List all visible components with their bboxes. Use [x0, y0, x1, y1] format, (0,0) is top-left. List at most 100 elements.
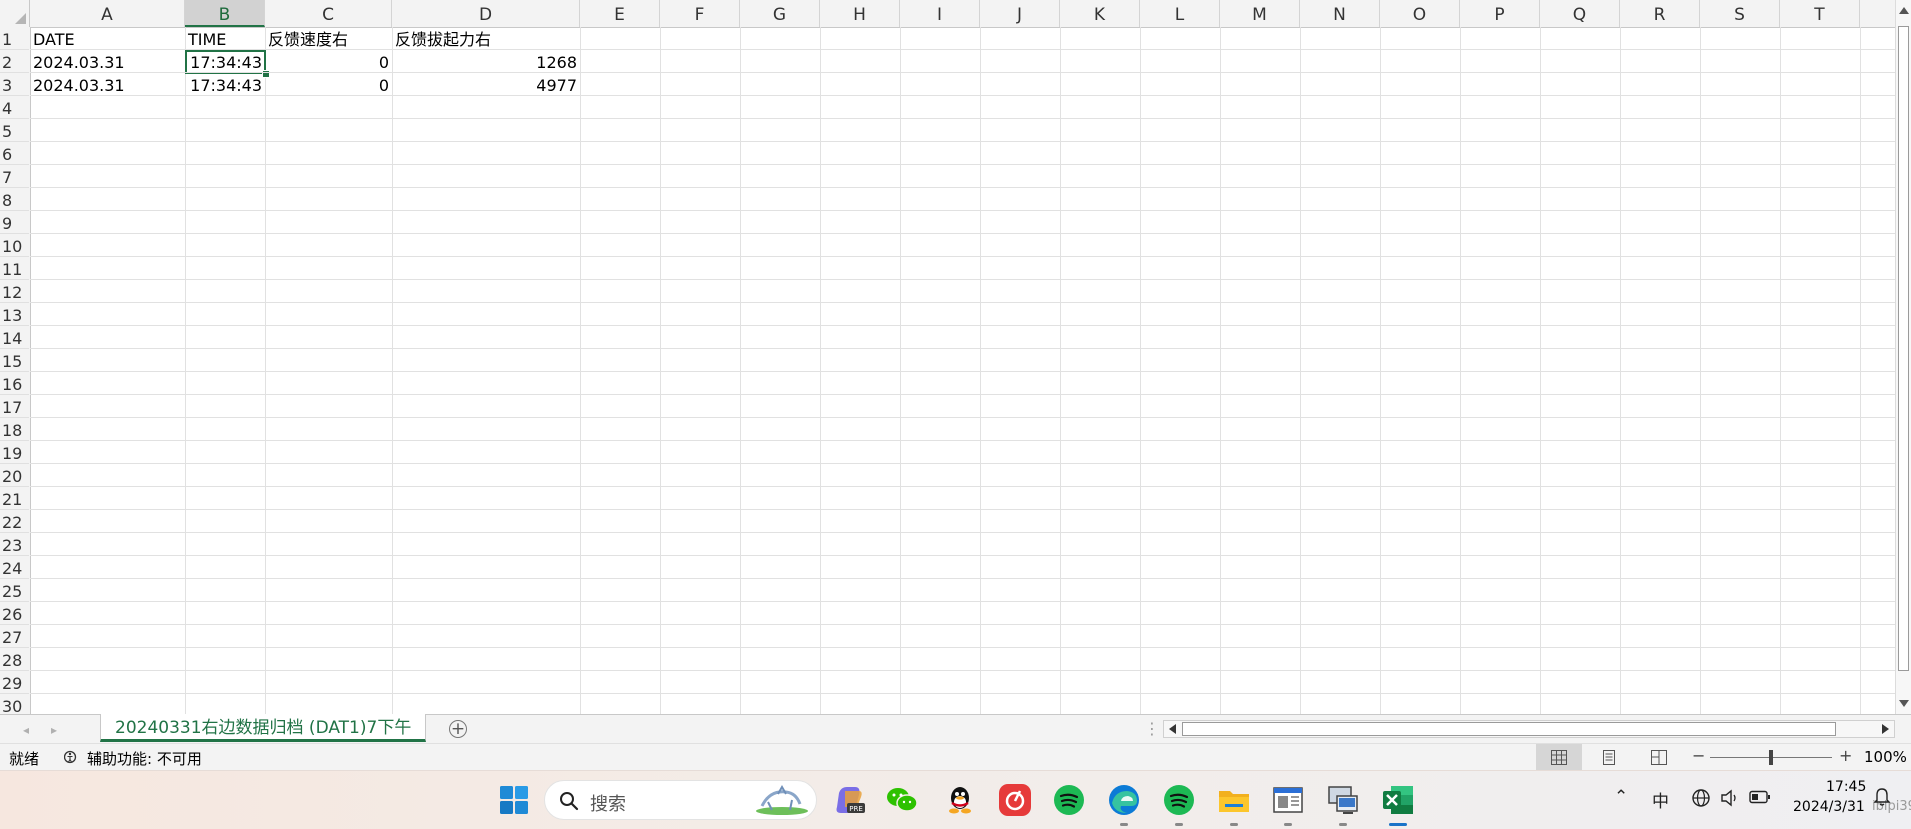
copilot-icon[interactable]: PRE: [833, 783, 867, 817]
wechat-icon[interactable]: [885, 783, 919, 817]
column-header-s[interactable]: S: [1700, 0, 1780, 27]
column-header-k[interactable]: K: [1060, 0, 1140, 27]
cell-d2[interactable]: 1268: [392, 50, 580, 73]
volume-icon[interactable]: [1720, 789, 1740, 807]
accessibility-status[interactable]: 辅助功能: 不可用: [87, 748, 202, 769]
row-header-22[interactable]: 22: [0, 510, 29, 533]
column-header-m[interactable]: M: [1220, 0, 1300, 27]
tab-splitter-icon[interactable]: ⋮: [1144, 719, 1160, 738]
scroll-down-icon[interactable]: [1899, 700, 1909, 707]
column-header-p[interactable]: P: [1460, 0, 1540, 27]
cell-c2[interactable]: 0: [265, 50, 392, 73]
normal-view-button[interactable]: [1536, 744, 1582, 771]
ime-indicator[interactable]: 中: [1652, 787, 1669, 812]
column-header-c[interactable]: C: [265, 0, 392, 27]
row-header-9[interactable]: 9: [0, 211, 29, 234]
row-header-27[interactable]: 27: [0, 625, 29, 648]
network-icon[interactable]: [1691, 788, 1711, 808]
cell-a2[interactable]: 2024.03.31: [30, 50, 185, 73]
scroll-up-icon[interactable]: [1899, 7, 1909, 14]
cell-c1[interactable]: 反馈速度右: [265, 27, 392, 50]
row-header-8[interactable]: 8: [0, 188, 29, 211]
row-header-30[interactable]: 30: [0, 694, 29, 714]
page-layout-view-button[interactable]: [1586, 744, 1632, 771]
zoom-out-button[interactable]: −: [1692, 746, 1705, 765]
spotify-icon[interactable]: [1162, 783, 1196, 826]
horizontal-scroll-thumb[interactable]: [1182, 722, 1836, 736]
cell-a1[interactable]: DATE: [30, 27, 185, 50]
column-header-n[interactable]: N: [1300, 0, 1380, 27]
zoom-in-button[interactable]: +: [1839, 746, 1852, 765]
spotify-icon[interactable]: [1052, 783, 1086, 817]
select-all-corner[interactable]: [0, 0, 30, 27]
row-header-29[interactable]: 29: [0, 671, 29, 694]
tab-next-icon[interactable]: ▸: [51, 723, 57, 737]
column-header-b[interactable]: B: [185, 0, 265, 27]
row-header-2[interactable]: 2: [0, 50, 29, 73]
row-header-6[interactable]: 6: [0, 142, 29, 165]
clock-date[interactable]: 2024/3/31: [1793, 799, 1865, 815]
row-header-7[interactable]: 7: [0, 165, 29, 188]
row-header-14[interactable]: 14: [0, 326, 29, 349]
spreadsheet-grid[interactable]: A B C D E F G H I J K L M N O P Q R S T …: [0, 0, 1911, 714]
row-header-25[interactable]: 25: [0, 579, 29, 602]
row-header-11[interactable]: 11: [0, 257, 29, 280]
page-break-view-button[interactable]: [1636, 744, 1682, 771]
cell-d1[interactable]: 反馈拔起力右: [392, 27, 580, 50]
column-header-q[interactable]: Q: [1540, 0, 1620, 27]
row-header-26[interactable]: 26: [0, 602, 29, 625]
row-header-15[interactable]: 15: [0, 349, 29, 372]
column-header-d[interactable]: D: [392, 0, 580, 27]
row-header-3[interactable]: 3: [0, 73, 29, 96]
row-header-18[interactable]: 18: [0, 418, 29, 441]
clock-time[interactable]: 17:45: [1826, 779, 1866, 795]
notification-bell-icon[interactable]: [1873, 787, 1891, 807]
row-header-23[interactable]: 23: [0, 533, 29, 556]
row-header-4[interactable]: 4: [0, 96, 29, 119]
row-header-5[interactable]: 5: [0, 119, 29, 142]
column-header-f[interactable]: F: [660, 0, 740, 27]
remote-desktop-icon[interactable]: [1326, 783, 1360, 826]
column-header-h[interactable]: H: [820, 0, 900, 27]
tray-overflow-icon[interactable]: ⌃: [1614, 787, 1628, 807]
cell-d3[interactable]: 4977: [392, 73, 580, 96]
edge-icon[interactable]: [1107, 783, 1141, 826]
excel-icon[interactable]: [1381, 783, 1415, 826]
column-header-g[interactable]: G: [740, 0, 820, 27]
column-header-o[interactable]: O: [1380, 0, 1460, 27]
row-header-28[interactable]: 28: [0, 648, 29, 671]
row-header-24[interactable]: 24: [0, 556, 29, 579]
cell-area[interactable]: DATE TIME 反馈速度右 反馈拔起力右 2024.03.31 17:34:…: [30, 27, 1895, 714]
horizontal-scrollbar[interactable]: [1163, 720, 1895, 738]
scroll-right-icon[interactable]: [1882, 724, 1889, 734]
zoom-level-text[interactable]: 100%: [1864, 748, 1907, 766]
row-header-13[interactable]: 13: [0, 303, 29, 326]
column-header-a[interactable]: A: [30, 0, 185, 27]
taskbar-search-box[interactable]: 搜索: [544, 780, 817, 820]
column-header-j[interactable]: J: [980, 0, 1060, 27]
column-header-e[interactable]: E: [580, 0, 660, 27]
battery-icon[interactable]: [1749, 790, 1771, 804]
cell-b3[interactable]: 17:34:43: [185, 73, 265, 96]
row-header-19[interactable]: 19: [0, 441, 29, 464]
sheet-tab-active[interactable]: 20240331右边数据归档 (DAT1)7下午: [100, 714, 427, 742]
cell-b1[interactable]: TIME: [185, 27, 265, 50]
row-header-16[interactable]: 16: [0, 372, 29, 395]
row-header-17[interactable]: 17: [0, 395, 29, 418]
row-header-21[interactable]: 21: [0, 487, 29, 510]
zoom-slider-thumb[interactable]: [1769, 750, 1773, 765]
accessibility-icon[interactable]: [64, 749, 80, 765]
column-header-t[interactable]: T: [1780, 0, 1860, 27]
column-header-l[interactable]: L: [1140, 0, 1220, 27]
row-header-1[interactable]: 1: [0, 27, 29, 50]
scroll-left-icon[interactable]: [1169, 724, 1176, 734]
netease-music-icon[interactable]: [998, 783, 1032, 817]
qq-icon[interactable]: [943, 783, 977, 817]
column-header-r[interactable]: R: [1620, 0, 1700, 27]
tab-prev-icon[interactable]: ◂: [23, 723, 29, 737]
window-app-icon[interactable]: [1271, 783, 1305, 826]
row-header-10[interactable]: 10: [0, 234, 29, 257]
file-explorer-icon[interactable]: [1217, 783, 1251, 826]
cell-a3[interactable]: 2024.03.31: [30, 73, 185, 96]
add-sheet-icon[interactable]: +: [449, 720, 467, 738]
